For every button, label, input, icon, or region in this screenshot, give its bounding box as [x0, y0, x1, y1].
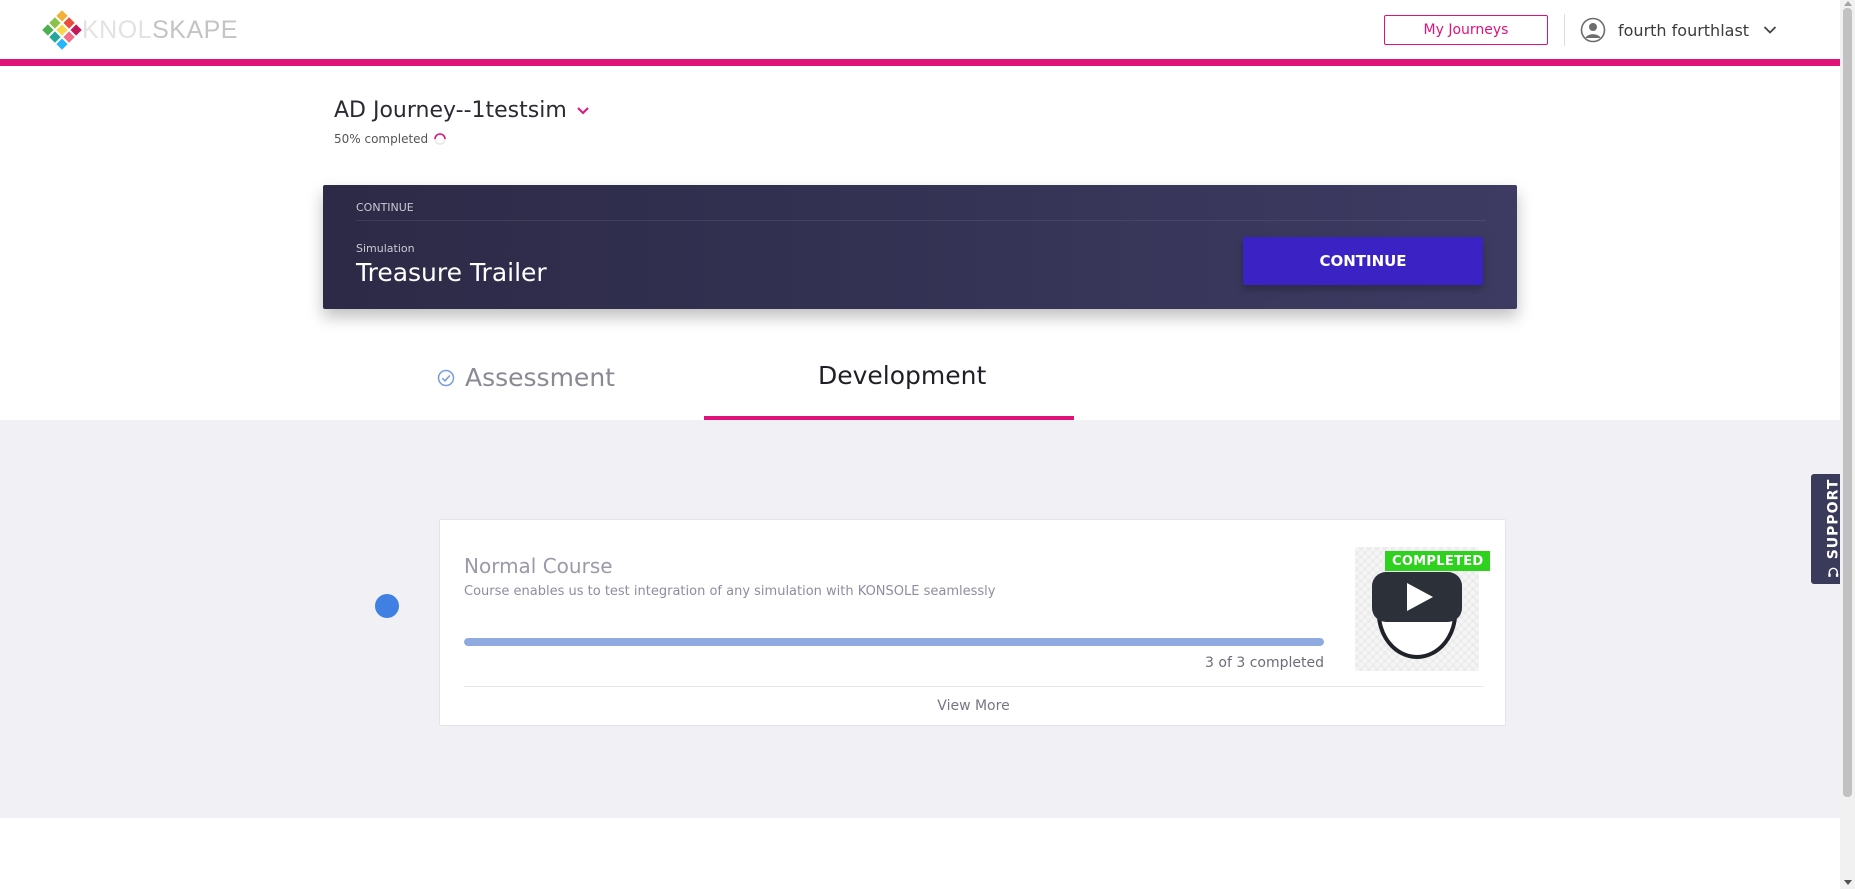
top-header: KNOLSKAPE My Journeys fourth fourthlast: [0, 0, 1840, 66]
timeline-dot: [375, 594, 399, 618]
check-circle-icon: [437, 369, 455, 386]
journey-title: AD Journey--1testsim: [334, 98, 567, 123]
tab-development-label: Development: [818, 361, 987, 390]
banner-item-name: Treasure Trailer: [356, 258, 547, 287]
page-root: KNOLSKAPE My Journeys fourth fourthlast …: [0, 0, 1855, 889]
chevron-down-icon: [577, 106, 589, 114]
journey-header: AD Journey--1testsim 50% completed: [334, 98, 590, 146]
chevron-down-icon: [1763, 26, 1777, 34]
course-progress-fill: [464, 638, 1324, 646]
logo-mark-icon: [42, 10, 82, 50]
card-divider: [464, 686, 1484, 687]
user-avatar-icon: [1580, 17, 1606, 43]
user-menu[interactable]: fourth fourthlast: [1580, 16, 1777, 44]
my-journeys-button[interactable]: My Journeys: [1384, 15, 1548, 45]
banner-item-type: Simulation: [356, 242, 415, 255]
tab-assessment[interactable]: Assessment: [437, 363, 615, 392]
course-progress-bar: [464, 638, 1324, 646]
course-title[interactable]: Normal Course: [464, 554, 613, 578]
progress-ring-icon: [434, 133, 446, 145]
journey-progress: 50% completed: [334, 132, 590, 146]
course-description: Course enables us to test integration of…: [464, 584, 996, 599]
knolskape-logo[interactable]: KNOLSKAPE: [42, 10, 238, 50]
banner-heading: CONTINUE: [356, 201, 414, 214]
banner-divider: [356, 220, 1486, 221]
journey-progress-text: 50% completed: [334, 132, 429, 146]
headset-icon: [1828, 567, 1839, 577]
tabs-bar: Assessment Development: [0, 345, 1840, 420]
support-inner: SUPPORT: [1825, 479, 1841, 580]
scroll-thumb[interactable]: [1843, 8, 1852, 797]
journey-selector[interactable]: AD Journey--1testsim: [334, 98, 590, 123]
header-divider: [1564, 14, 1565, 46]
tab-development[interactable]: Development: [818, 361, 986, 390]
scroll-up-arrow-icon[interactable]: [1844, 1, 1852, 6]
view-more-link[interactable]: View More: [440, 698, 1507, 714]
course-thumbnail[interactable]: COMPLETED: [1355, 547, 1491, 671]
header-accent-bar: [0, 59, 1840, 66]
status-badge: COMPLETED: [1385, 551, 1491, 571]
tab-assessment-label: Assessment: [465, 363, 615, 392]
user-name: fourth fourthlast: [1618, 20, 1750, 40]
course-progress-text: 3 of 3 completed: [1205, 655, 1324, 671]
continue-banner: CONTINUE Simulation Treasure Trailer CON…: [323, 185, 1517, 309]
support-label: SUPPORT: [1825, 478, 1842, 560]
development-content: Normal Course Course enables us to test …: [0, 420, 1840, 818]
scroll-down-arrow-icon[interactable]: [1844, 880, 1852, 885]
page-scrollbar[interactable]: [1840, 0, 1855, 889]
continue-button[interactable]: CONTINUE: [1243, 237, 1483, 285]
logo-text: KNOLSKAPE: [82, 15, 238, 44]
course-card[interactable]: Normal Course Course enables us to test …: [439, 519, 1506, 726]
